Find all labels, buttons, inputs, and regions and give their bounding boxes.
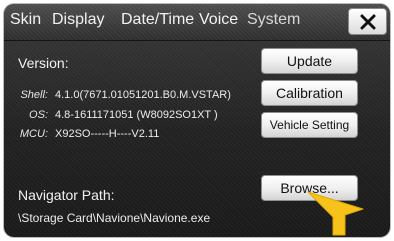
system-settings-screen: Skin Display Date/Time Voice System Vers… [4,4,390,237]
version-title: Version: [18,55,69,71]
tab-skin[interactable]: Skin [10,11,41,29]
shell-label: Shell: [20,89,48,101]
tab-system[interactable]: System [247,11,300,29]
navigator-path-title: Navigator Path: [18,187,115,203]
arrow-pointer-icon [307,191,364,236]
vehicle-setting-button-label: Vehicle Setting [269,118,350,132]
mcu-label: MCU: [19,128,48,140]
calibration-button[interactable]: Calibration [261,80,358,106]
mcu-value: X92SO-----H----V2.11 [55,128,160,140]
update-button[interactable]: Update [261,48,358,74]
tab-date-time[interactable]: Date/Time [121,11,194,29]
tab-bar: Skin Display Date/Time Voice System [4,4,390,41]
os-label: OS: [29,109,48,121]
vehicle-setting-button[interactable]: Vehicle Setting [261,112,358,138]
close-button[interactable] [348,8,387,35]
close-icon [360,14,376,30]
calibration-button-label: Calibration [276,85,343,101]
update-button-label: Update [286,53,333,69]
tab-voice[interactable]: Voice [199,11,238,29]
shell-value: 4.1.0(7671.01051201.B0.M.VSTAR) [55,89,231,101]
os-value: 4.8-1611171051 (W8092SO1XT ) [55,109,218,121]
navigator-path-value: \Storage Card\Navione\Navione.exe [18,211,211,225]
tab-display[interactable]: Display [52,11,104,29]
